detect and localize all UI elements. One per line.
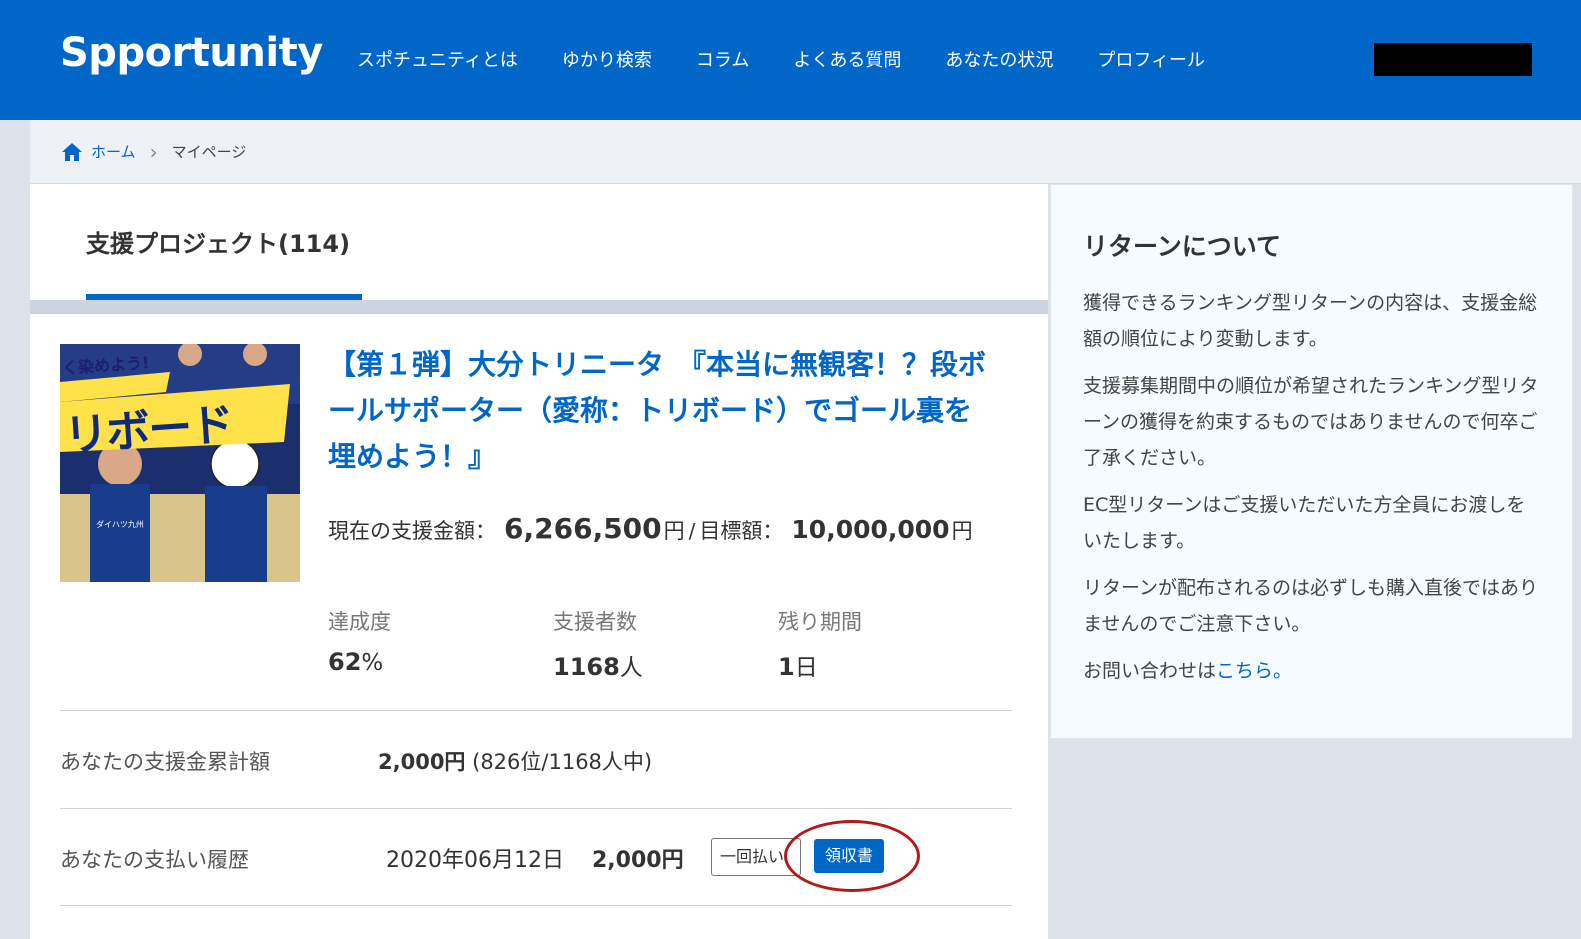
stat-value: 1168人 (553, 653, 643, 681)
project-card: く染めよう! リボード ダイハツ九州 【第１弾】大分トリニータ 『本当に無観客！… (30, 314, 1048, 939)
amount-separator: / (688, 519, 696, 543)
breadcrumb-current: マイページ (171, 143, 247, 161)
highlight-annotation-circle (784, 820, 920, 892)
cumulative-value: 2,000円 (826位/1168人中) (378, 750, 653, 774)
sidebar-paragraph: 支援募集期間中の順位が希望されたランキング型リターンの獲得を約束するものではあり… (1083, 375, 1539, 469)
thumbnail-text-main: リボード (62, 399, 234, 462)
redacted-user-area (1374, 43, 1532, 76)
stat-label: 残り期間 (778, 610, 862, 634)
target-amount-label: 目標額： (699, 519, 784, 543)
history-date: 2020年06月12日 (386, 848, 564, 873)
sidebar-contact: お問い合わせはこちら。 (1083, 660, 1293, 682)
funding-amounts: 現在の支援金額： 6,266,500円 / 目標額： 10,000,000円 (328, 512, 973, 545)
main-nav: スポチュニティとは ゆかり検索 コラム よくある質問 あなたの状況 プロフィール (357, 46, 1249, 72)
stat-value: 62% (328, 648, 384, 676)
thumbnail-text-sponsor: ダイハツ九州 (96, 520, 144, 529)
stat-label: 達成度 (328, 610, 391, 634)
sidebar-paragraph: EC型リターンはご支援いただいた方全員にお渡しをいたします。 (1083, 494, 1526, 552)
returns-info-sidebar: リターンについて 獲得できるランキング型リターンの内容は、支援金総額の順位により… (1050, 184, 1573, 739)
divider (60, 905, 1012, 906)
history-label: あなたの支払い履歴 (60, 848, 249, 872)
current-amount-unit: 円 (663, 519, 685, 543)
nav-column[interactable]: コラム (696, 46, 749, 72)
stat-supporters: 支援者数 1168人 (553, 606, 643, 682)
sidebar-text: 獲得できるランキング型リターンの内容は、支援金総額の順位により変動します。 支援… (1083, 285, 1543, 700)
stat-value: 1日 (778, 653, 818, 681)
nav-yukari-search[interactable]: ゆかり検索 (562, 46, 652, 72)
history-amount: 2,000円 (592, 848, 684, 873)
tab-bar: 支援プロジェクト(114) (30, 184, 1048, 300)
sidebar-paragraph: リターンが配布されるのは必ずしも購入直後ではありませんのでご注意下さい。 (1083, 577, 1539, 635)
divider (60, 808, 1012, 809)
nav-about[interactable]: スポチュニティとは (357, 46, 518, 72)
target-amount-value: 10,000,000 (791, 515, 950, 544)
cumulative-label: あなたの支援金累計額 (60, 750, 270, 774)
nav-profile[interactable]: プロフィール (1097, 46, 1205, 72)
breadcrumb-home-link[interactable]: ホーム (91, 141, 136, 162)
tab-supported-projects[interactable]: 支援プロジェクト(114) (86, 224, 350, 259)
stat-label: 支援者数 (553, 610, 637, 634)
home-icon[interactable] (61, 142, 83, 162)
divider (60, 710, 1012, 711)
contact-link[interactable]: こちら。 (1216, 660, 1292, 682)
nav-your-status[interactable]: あなたの状況 (945, 46, 1053, 72)
project-title-link[interactable]: 【第１弾】大分トリニータ 『本当に無観客！？段ボールサポーター（愛称：トリボード… (328, 342, 998, 480)
sidebar-paragraph: 獲得できるランキング型リターンの内容は、支援金総額の順位により変動します。 (1083, 292, 1538, 350)
current-amount-value: 6,266,500 (504, 512, 662, 545)
breadcrumb: ホーム › マイページ (30, 120, 1581, 184)
stat-achievement: 達成度 62% (328, 606, 391, 676)
tab-divider (30, 300, 1048, 314)
top-header: Spportunity スポチュニティとは ゆかり検索 コラム よくある質問 あ… (0, 0, 1581, 120)
nav-faq[interactable]: よくある質問 (793, 46, 901, 72)
current-amount-label: 現在の支援金額： (328, 519, 496, 543)
stat-remaining: 残り期間 1日 (778, 606, 862, 682)
chevron-right-icon: › (149, 139, 158, 164)
target-amount-unit: 円 (951, 519, 973, 543)
project-thumbnail[interactable]: く染めよう! リボード ダイハツ九州 (60, 344, 300, 582)
sidebar-title: リターンについて (1083, 232, 1282, 261)
site-logo[interactable]: Spportunity (60, 30, 323, 76)
